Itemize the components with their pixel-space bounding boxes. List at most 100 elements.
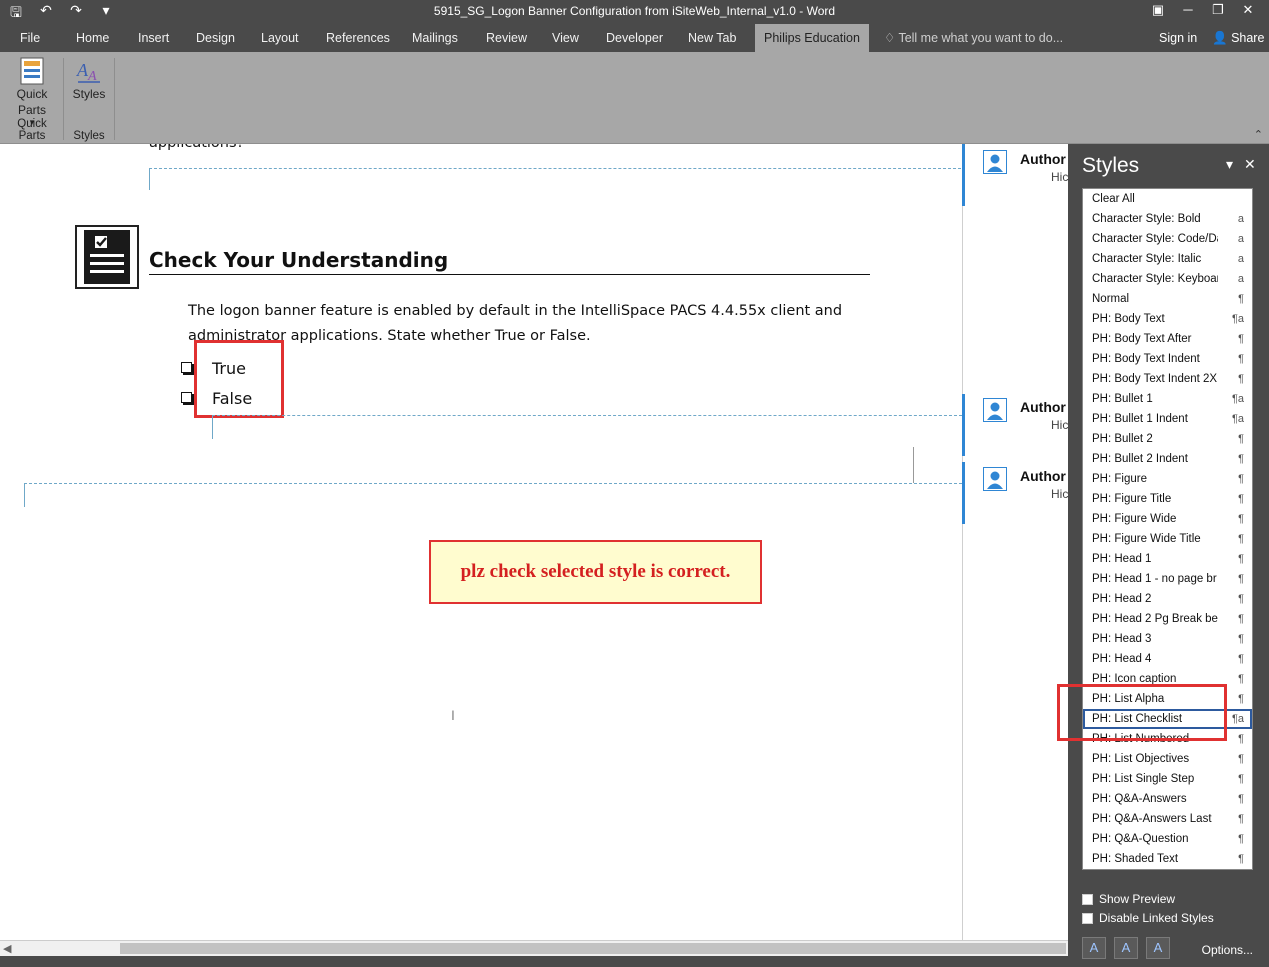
tab-insert[interactable]: Insert — [138, 24, 169, 52]
style-item[interactable]: Character Style: Bold a — [1083, 209, 1252, 229]
style-item[interactable]: PH: Body Text After ¶ — [1083, 329, 1252, 349]
sign-in-link[interactable]: Sign in — [1159, 24, 1197, 52]
style-type-icon: ¶ — [1238, 573, 1244, 585]
style-item[interactable]: PH: Body Text Indent ¶ — [1083, 349, 1252, 369]
horizontal-scrollbar[interactable]: ◀ — [0, 940, 1068, 956]
style-item[interactable]: PH: Body Text Indent 2X ¶ — [1083, 369, 1252, 389]
close-pane-icon[interactable]: ✕ — [1244, 156, 1256, 173]
style-item[interactable]: Character Style: Keyboar a — [1083, 269, 1252, 289]
tab-home[interactable]: Home — [76, 24, 109, 52]
share-button[interactable]: 👤 Share — [1212, 24, 1264, 52]
tell-me-box[interactable]: ♢ Tell me what you want to do... — [884, 24, 1063, 52]
content-control-edge — [149, 168, 150, 190]
heading-rule — [149, 274, 870, 275]
style-item[interactable]: PH: Head 2 Pg Break bef ¶ — [1083, 609, 1252, 629]
group-divider — [63, 58, 64, 140]
quick-parts-group-label: Quick Parts — [17, 118, 47, 142]
annotation-text: plz check selected style is correct. — [460, 561, 731, 582]
style-item[interactable]: PH: Bullet 1 ¶a — [1083, 389, 1252, 409]
style-list[interactable]: Clear All Character Style: Bold a Character… — [1082, 188, 1253, 870]
title-bar: 🖫 ↶ ↷ ▾ 5915_SG_Logon Banner Configurati… — [0, 0, 1269, 24]
tab-references[interactable]: References — [326, 24, 390, 52]
styles-pane: Styles ▾ ✕ Clear All Character Style: Bol… — [1057, 144, 1269, 967]
style-type-icon: ¶ — [1238, 633, 1244, 645]
style-item[interactable]: Character Style: Italic a — [1083, 249, 1252, 269]
style-item[interactable]: PH: Figure Title ¶ — [1083, 489, 1252, 509]
checkbox-true[interactable] — [181, 362, 192, 373]
quick-parts-group: Quick Parts ▾ Quick Parts — [4, 52, 60, 144]
tab-mailings[interactable]: Mailings — [412, 24, 458, 52]
style-item-name: PH: Head 2 — [1092, 593, 1152, 605]
style-type-icon: ¶ — [1238, 833, 1244, 845]
style-inspector-icon[interactable]: A — [1114, 937, 1138, 959]
tab-view[interactable]: View — [552, 24, 579, 52]
pane-options-icon[interactable]: ▾ — [1226, 156, 1233, 173]
style-item[interactable]: PH: Figure ¶ — [1083, 469, 1252, 489]
style-item[interactable]: PH: Head 3 ¶ — [1083, 629, 1252, 649]
disable-linked-label: Disable Linked Styles — [1099, 911, 1214, 925]
tab-new-tab[interactable]: New Tab — [688, 24, 736, 52]
style-item[interactable]: PH: Head 1 ¶ — [1083, 549, 1252, 569]
style-item-name: PH: Body Text Indent — [1092, 353, 1200, 365]
style-type-icon: ¶a — [1231, 413, 1244, 425]
style-item[interactable]: Normal ¶ — [1083, 289, 1252, 309]
tab-developer[interactable]: Developer — [606, 24, 663, 52]
minimize-icon[interactable]: ─ — [1173, 2, 1203, 18]
style-item[interactable]: PH: Head 2 ¶ — [1083, 589, 1252, 609]
disable-linked-styles-option[interactable]: Disable Linked Styles — [1082, 911, 1214, 925]
tab-design[interactable]: Design — [196, 24, 235, 52]
style-type-icon: ¶ — [1238, 793, 1244, 805]
collapse-ribbon-icon[interactable]: ⌃ — [1254, 128, 1263, 141]
style-type-icon: ¶ — [1238, 813, 1244, 825]
style-item[interactable]: PH: Bullet 1 Indent ¶a — [1083, 409, 1252, 429]
new-style-icon[interactable]: A — [1082, 937, 1106, 959]
style-item[interactable]: PH: Q&A-Answers ¶ — [1083, 789, 1252, 809]
style-item-name: Character Style: Bold — [1092, 213, 1201, 225]
style-item-name: Clear All — [1092, 193, 1135, 205]
style-item[interactable]: PH: Q&A-Question ¶ — [1083, 829, 1252, 849]
style-item[interactable]: PH: Shaded Text ¶ — [1083, 849, 1252, 869]
styles-icon: A A — [76, 60, 100, 84]
disable-linked-checkbox[interactable] — [1082, 912, 1093, 924]
style-item[interactable]: PH: Head 1 - no page br ¶ — [1083, 569, 1252, 589]
close-window-icon[interactable]: ✕ — [1233, 2, 1263, 18]
scroll-left-icon[interactable]: ◀ — [3, 942, 11, 955]
style-type-icon: ¶ — [1238, 753, 1244, 765]
tab-file[interactable]: File — [20, 24, 40, 52]
style-item[interactable]: PH: Body Text ¶a — [1083, 309, 1252, 329]
checklist-icon — [75, 225, 139, 289]
show-preview-checkbox[interactable] — [1082, 893, 1093, 905]
comment-author: Author — [1020, 151, 1066, 167]
style-item[interactable]: PH: Bullet 2 ¶ — [1083, 429, 1252, 449]
scrollbar-track[interactable] — [120, 943, 1066, 954]
comment-initials: Hic — [1051, 418, 1068, 432]
styles-button[interactable]: A A Styles — [66, 56, 112, 102]
style-item[interactable]: PH: Figure Wide ¶ — [1083, 509, 1252, 529]
style-item[interactable]: PH: Q&A-Answers Last ¶ — [1083, 809, 1252, 829]
style-item[interactable]: Clear All — [1083, 189, 1252, 209]
quick-parts-button[interactable]: Quick Parts ▾ — [4, 56, 60, 127]
tab-review[interactable]: Review — [486, 24, 527, 52]
style-item[interactable]: PH: Figure Wide Title ¶ — [1083, 529, 1252, 549]
style-item[interactable]: PH: List Single Step ¶ — [1083, 769, 1252, 789]
manage-styles-icon[interactable]: A — [1146, 937, 1170, 959]
style-item-name: Character Style: Code/Da — [1092, 233, 1218, 245]
ribbon-display-options-icon[interactable]: ▣ — [1143, 2, 1173, 18]
style-item-name: PH: List Objectives — [1092, 753, 1190, 765]
status-bar — [0, 956, 1068, 967]
tab-layout[interactable]: Layout — [261, 24, 299, 52]
tab-philips-education[interactable]: Philips Education — [755, 24, 869, 52]
checkbox-false[interactable] — [181, 392, 192, 403]
text-cursor-icon: I — [451, 707, 455, 723]
document-canvas[interactable]: applications? Check Your Understanding T… — [0, 144, 1068, 940]
style-type-icon: ¶ — [1238, 673, 1244, 685]
style-item[interactable]: PH: Head 4 ¶ — [1083, 649, 1252, 669]
show-preview-option[interactable]: Show Preview — [1082, 892, 1175, 906]
restore-icon[interactable]: ❐ — [1203, 2, 1233, 18]
style-item[interactable]: PH: Bullet 2 Indent ¶ — [1083, 449, 1252, 469]
style-item[interactable]: Character Style: Code/Da a — [1083, 229, 1252, 249]
share-label: Share — [1231, 31, 1265, 45]
style-item[interactable]: PH: List Objectives ¶ — [1083, 749, 1252, 769]
person-icon: 👤 — [1212, 31, 1228, 45]
options-link[interactable]: Options... — [1202, 943, 1253, 957]
